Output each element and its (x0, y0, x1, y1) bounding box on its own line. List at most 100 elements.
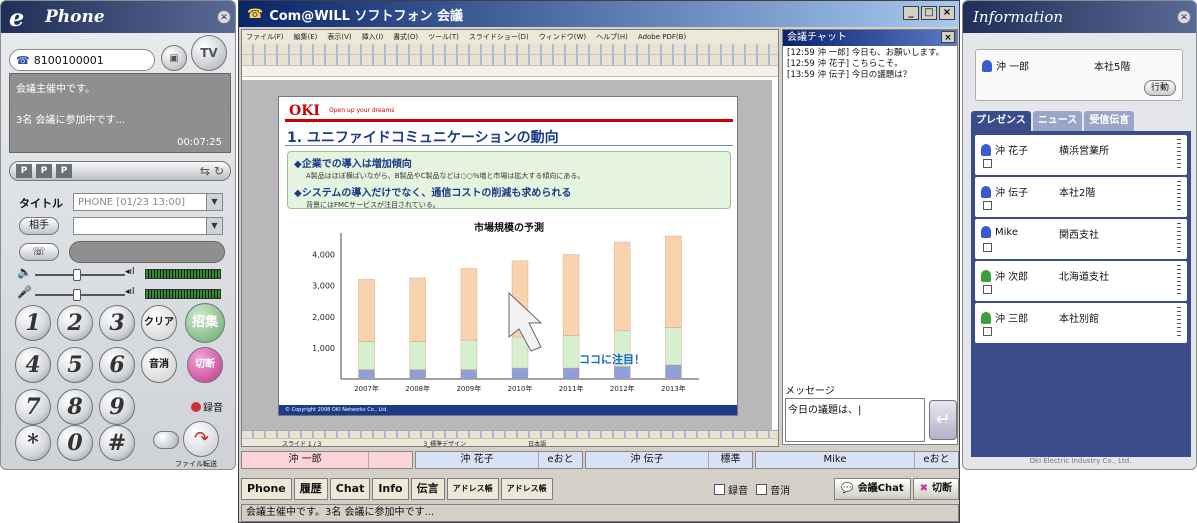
key-star[interactable]: * (15, 425, 51, 461)
tv-button[interactable]: TV (191, 35, 227, 71)
ppt-menu-item[interactable]: 書式(O) (393, 32, 418, 42)
key-5[interactable]: 5 (57, 347, 93, 383)
tab-address-book-1[interactable]: アドレス帳 (446, 478, 499, 500)
chevron-down-icon[interactable]: ▼ (206, 194, 222, 210)
tab-presence[interactable]: プレゼンス (971, 111, 1031, 131)
chat-log: [12:59 沖 一郎] 今日も、お願いします。 [12:59 沖 花子] こち… (783, 46, 957, 83)
aite-button[interactable]: 相手 (19, 217, 59, 235)
file-transfer-button[interactable]: ↷ (183, 421, 219, 457)
tab-address-book-2[interactable]: アドレス帳 (500, 478, 553, 500)
presence-entry[interactable]: 沖 伝子 本社2階 (975, 177, 1187, 217)
drag-handle-icon[interactable] (1177, 223, 1181, 253)
phone-close-icon[interactable]: ✕ (217, 10, 231, 24)
phone-number-field[interactable]: ☎ 8100100001 (9, 49, 155, 71)
title-select[interactable]: PHONE [01/23 13:00] ▼ (73, 193, 223, 211)
ppt-menu-item[interactable]: スライドショー(D) (469, 32, 529, 42)
select-checkbox[interactable] (983, 159, 992, 168)
preset-button-2[interactable]: P (36, 164, 52, 178)
aite-select[interactable]: ▼ (73, 217, 223, 235)
participant-cell[interactable]: 沖 伝子 標準 (585, 451, 753, 469)
preset-button-3[interactable]: P (56, 164, 72, 178)
chevron-down-icon[interactable]: ▼ (206, 218, 222, 234)
mute-checkbox[interactable]: 音消 (756, 482, 790, 497)
window-toggle-button[interactable]: ▣ (161, 45, 187, 71)
redial-icon[interactable]: ⇆ (200, 164, 210, 178)
small-toggle-button[interactable] (153, 431, 179, 449)
ppt-menu-item[interactable]: ツール(T) (428, 32, 459, 42)
presence-name-row: 沖 花子 (981, 142, 1028, 157)
ppt-menu-item[interactable]: 挿入(I) (362, 32, 384, 42)
key-1[interactable]: 1 (15, 305, 51, 341)
tab-phone[interactable]: Phone (241, 478, 292, 500)
key-8[interactable]: 8 (57, 389, 93, 425)
mic-volume-knob[interactable] (73, 289, 81, 301)
presence-entry[interactable]: 沖 三郎 本社別館 (975, 303, 1187, 343)
info-close-icon[interactable]: ✕ (1177, 10, 1191, 24)
key-9[interactable]: 9 (99, 389, 135, 425)
chat-close-icon[interactable]: × (941, 31, 955, 43)
ppt-menu-item[interactable]: Adobe PDF(B) (638, 33, 686, 41)
record-checkbox[interactable]: 録音 (714, 482, 748, 497)
drag-handle-icon[interactable] (1177, 265, 1181, 295)
send-button[interactable]: ↵ (929, 400, 957, 440)
ppt-menu-item[interactable]: 表示(V) (327, 32, 351, 42)
drag-handle-icon[interactable] (1177, 307, 1181, 337)
bar-segment (409, 369, 427, 380)
y-tick-label: 4,000 (312, 251, 335, 260)
tab-history[interactable]: 履歴 (293, 478, 328, 500)
ppt-toolbar-1[interactable] (242, 44, 778, 55)
key-6[interactable]: 6 (99, 347, 135, 383)
preset-button-1[interactable]: P (16, 164, 32, 178)
select-checkbox[interactable] (983, 327, 992, 336)
presence-entry[interactable]: 沖 花子 横浜営業所 (975, 135, 1187, 175)
disconnect-button[interactable]: ✖ 切断 (912, 478, 959, 500)
conference-chat-button[interactable]: 💬 会議Chat (834, 478, 911, 500)
drag-handle-icon[interactable] (1177, 181, 1181, 211)
hangup-button[interactable]: 切断 (187, 347, 223, 383)
chat-line: [13:59 沖 伝子] 今日の議題は？ (787, 70, 912, 80)
presence-entry[interactable]: 沖 次郎 北海道支社 (975, 261, 1187, 301)
key-0[interactable]: 0 (57, 425, 93, 461)
ppt-menu-item[interactable]: ウィンドウ(W) (539, 32, 586, 42)
x-tick-label: 2013年 (661, 384, 686, 393)
dial-pad-button[interactable]: ☏ (19, 243, 59, 261)
drag-handle-icon[interactable] (1177, 139, 1181, 169)
minimize-icon[interactable]: _ (903, 6, 919, 20)
refresh-icon[interactable]: ↻ (214, 164, 224, 178)
ppt-menu-item[interactable]: 編集(E) (294, 32, 318, 42)
tab-info[interactable]: Info (372, 478, 409, 500)
close-icon[interactable]: × (939, 6, 955, 20)
presence-entry[interactable]: Mike 関西支社 (975, 219, 1187, 259)
key-4[interactable]: 4 (15, 347, 51, 383)
message-input[interactable]: 今日の議題は、| (785, 398, 925, 442)
select-checkbox[interactable] (983, 285, 992, 294)
ppt-menu-item[interactable]: ヘルプ(H) (596, 32, 628, 42)
tab-chat[interactable]: Chat (329, 478, 371, 500)
convene-button[interactable]: 招集 (185, 303, 225, 343)
participant-cell[interactable]: 沖 一郎 (241, 451, 413, 469)
key-7[interactable]: 7 (15, 389, 51, 425)
tab-message[interactable]: 伝言 (410, 478, 445, 500)
maximize-icon[interactable]: □ (921, 6, 937, 20)
key-3[interactable]: 3 (99, 305, 135, 341)
action-button[interactable]: 行動 (1143, 80, 1176, 96)
select-checkbox[interactable] (983, 201, 992, 210)
bar-segment (613, 366, 631, 380)
key-2[interactable]: 2 (57, 305, 93, 341)
participant-status: 標準 (708, 452, 752, 468)
clear-button[interactable]: クリア (141, 305, 177, 341)
tab-news[interactable]: ニュース (1032, 111, 1083, 131)
mute-button[interactable]: 音消 (141, 347, 177, 383)
participant-cell[interactable]: Mike eおと (755, 451, 959, 469)
user-icon (982, 59, 992, 72)
speaker-volume-knob[interactable] (73, 269, 81, 281)
ppt-menu-item[interactable]: ファイル(F) (246, 32, 284, 42)
ppt-draw-toolbar[interactable] (242, 431, 778, 439)
record-toggle[interactable]: 録音 (191, 399, 223, 414)
select-checkbox[interactable] (983, 243, 992, 252)
key-hash[interactable]: # (99, 425, 135, 461)
conference-title: Com@WILL ソフトフォン 会議 (269, 8, 464, 24)
ppt-toolbar-2[interactable] (242, 55, 778, 66)
participant-cell[interactable]: 沖 花子 eおと (415, 451, 583, 469)
tab-received-messages[interactable]: 受信伝言 (1084, 111, 1135, 131)
